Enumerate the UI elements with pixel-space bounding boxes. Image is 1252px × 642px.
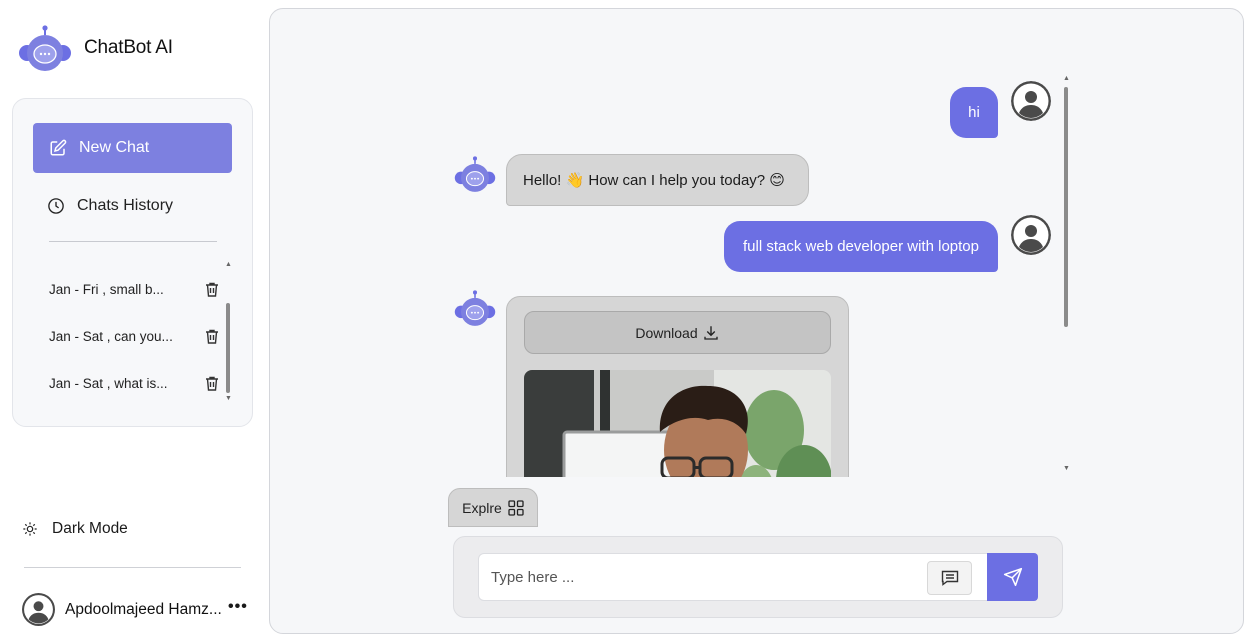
- chats-history-button[interactable]: Chats History: [47, 197, 173, 215]
- scrollbar-thumb[interactable]: [1064, 87, 1068, 327]
- sun-icon: [23, 522, 37, 536]
- bot-image-message: Download: [506, 296, 849, 477]
- chat-title[interactable]: Jan - Sat , what is...: [49, 376, 168, 391]
- user-avatar-icon: [1011, 215, 1051, 255]
- scroll-up-arrow-icon[interactable]: ▲: [225, 261, 232, 268]
- message-composer: [453, 536, 1063, 618]
- sidebar-bottom-divider: [24, 567, 241, 568]
- user-message: full stack web developer with loptop: [724, 221, 998, 272]
- new-chat-button[interactable]: New Chat: [33, 123, 232, 173]
- chat-title[interactable]: Jan - Sat , can you...: [49, 329, 173, 344]
- clock-icon: [48, 198, 64, 214]
- user-avatar-icon: [1011, 81, 1051, 121]
- trash-icon[interactable]: [205, 282, 219, 297]
- trash-icon[interactable]: [205, 376, 219, 391]
- trash-icon[interactable]: [205, 329, 219, 344]
- sidebar-panel: New Chat Chats History Jan - Fri , small…: [12, 98, 253, 427]
- send-button[interactable]: [987, 553, 1038, 601]
- message-icon: [941, 570, 958, 586]
- send-icon: [1003, 567, 1022, 587]
- message-input[interactable]: [491, 554, 921, 600]
- grid-icon: [508, 499, 524, 516]
- chat-list-scrollbar[interactable]: ▲ ▼: [225, 261, 232, 402]
- chat-history-list: Jan - Fri , small b... Jan - Sat , can y…: [49, 267, 219, 408]
- scroll-down-arrow-icon[interactable]: ▼: [1063, 465, 1070, 472]
- chats-history-label: Chats History: [77, 197, 174, 214]
- user-avatar-icon: [22, 593, 55, 626]
- user-name: Apdoolmajeed Hamz...: [65, 600, 222, 618]
- prompts-button[interactable]: [927, 561, 972, 595]
- app-name: ChatBot AI: [84, 37, 173, 58]
- scrollbar-thumb[interactable]: [226, 303, 230, 393]
- explore-label: Explre: [462, 499, 502, 516]
- new-chat-label: New Chat: [79, 139, 150, 156]
- brand: ChatBot AI: [18, 24, 173, 72]
- download-label: Download: [635, 324, 698, 341]
- bot-avatar-icon: [454, 290, 496, 326]
- dark-mode-label: Dark Mode: [52, 520, 128, 537]
- chat-title[interactable]: Jan - Fri , small b...: [49, 282, 164, 297]
- message-text: full stack web developer with loptop: [743, 238, 979, 255]
- bot-avatar-icon: [454, 156, 496, 192]
- explore-button[interactable]: Explre: [448, 488, 538, 527]
- scroll-down-arrow-icon[interactable]: ▼: [225, 395, 232, 402]
- message-list-scrollbar[interactable]: ▲ ▼: [1062, 75, 1070, 477]
- download-icon: [703, 325, 718, 340]
- sidebar-divider: [49, 241, 217, 242]
- chat-history-item[interactable]: Jan - Fri , small b...: [49, 265, 219, 314]
- bot-message: Hello! 👋 How can I help you today? 😊: [506, 154, 809, 206]
- chat-panel: hi Hello! 👋 How can I help you today? 😊 …: [269, 8, 1244, 634]
- message-list: hi Hello! 👋 How can I help you today? 😊 …: [450, 79, 1070, 477]
- scroll-up-arrow-icon[interactable]: ▲: [1063, 75, 1070, 82]
- generated-image[interactable]: [524, 370, 831, 477]
- message-text: Hello! 👋 How can I help you today? 😊: [523, 172, 785, 189]
- more-options-button[interactable]: •••: [228, 598, 248, 616]
- message-text: hi: [968, 104, 980, 121]
- dark-mode-toggle[interactable]: Dark Mode: [22, 520, 128, 538]
- chat-history-item[interactable]: Jan - Sat , can you...: [49, 312, 219, 361]
- edit-icon: [50, 139, 67, 156]
- user-message: hi: [950, 87, 998, 138]
- message-input-wrapper: [478, 553, 988, 601]
- user-profile[interactable]: Apdoolmajeed Hamz...: [22, 593, 222, 626]
- download-button[interactable]: Download: [524, 311, 831, 354]
- robot-logo-icon: [19, 25, 71, 71]
- chat-history-item[interactable]: Jan - Sat , what is...: [49, 359, 219, 408]
